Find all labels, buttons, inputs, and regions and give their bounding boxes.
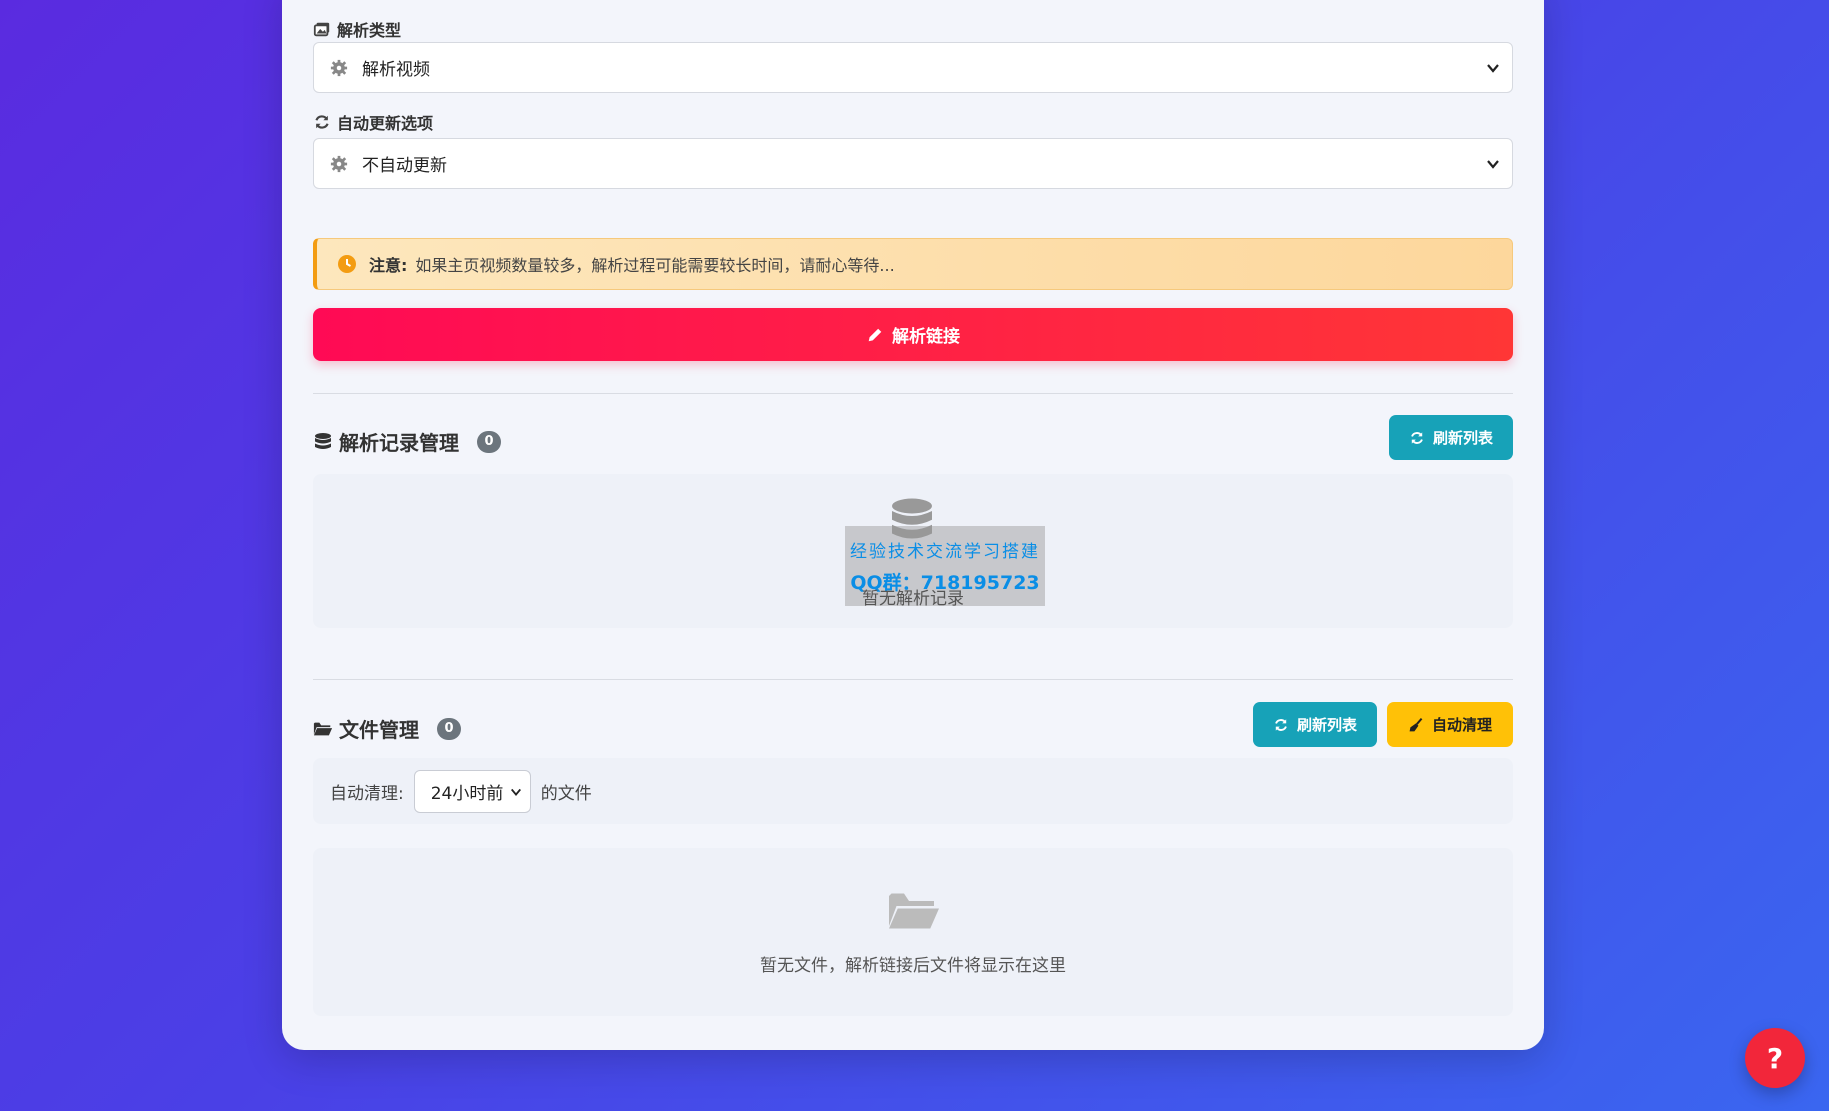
parse-type-value: 解析视频 (362, 60, 430, 80)
chevron-down-icon (1487, 160, 1499, 169)
records-refresh-label: 刷新列表 (1432, 429, 1493, 447)
auto-clean-value: 24小时前 (430, 783, 504, 804)
records-count-badge: 0 (477, 430, 501, 453)
folder-open-icon (313, 722, 333, 735)
auto-update-label-text: 自动更新选项 (337, 114, 434, 133)
help-label: ? (1766, 1041, 1784, 1075)
auto-clean-button[interactable]: 自动清理 (1387, 702, 1513, 747)
files-count-badge: 0 (437, 717, 461, 740)
folder-open-icon (889, 893, 939, 929)
sync-icon (1411, 431, 1423, 444)
auto-clean-label: 自动清理 (1431, 716, 1492, 734)
gear-icon (330, 59, 348, 76)
records-title-text: 解析记录管理 (339, 431, 459, 455)
auto-update-label: 自动更新选项 (313, 110, 433, 134)
parse-type-label: 解析类型 (313, 17, 401, 41)
parse-link-label: 解析链接 (892, 327, 960, 347)
records-title: 解析记录管理 0 (313, 427, 501, 456)
auto-clean-suffix: 的文件 (540, 783, 592, 804)
database-icon (315, 432, 331, 449)
notice-title: 注意: (369, 256, 408, 275)
warning-notice: 注意: 如果主页视频数量较多，解析过程可能需要较长时间，请耐心等待... (313, 238, 1513, 290)
parse-type-select[interactable]: 解析视频 (313, 42, 1513, 93)
broom-icon (1409, 717, 1423, 731)
clock-icon (338, 255, 356, 273)
sync-icon (1275, 718, 1287, 731)
files-refresh-button[interactable]: 刷新列表 (1253, 702, 1377, 747)
files-refresh-label: 刷新列表 (1296, 716, 1357, 734)
notice-text: 如果主页视频数量较多，解析过程可能需要较长时间，请耐心等待... (415, 256, 895, 275)
divider (313, 393, 1513, 394)
records-refresh-button[interactable]: 刷新列表 (1389, 415, 1513, 460)
parse-type-label-text: 解析类型 (337, 21, 402, 40)
help-button[interactable]: ? (1745, 1028, 1805, 1088)
watermark-line1: 经验技术交流学习搭建 (850, 542, 1040, 562)
divider (313, 679, 1513, 680)
files-empty-panel: 暂无文件，解析链接后文件将显示在这里 (313, 848, 1513, 1016)
files-title: 文件管理 0 (313, 714, 461, 743)
records-empty-text: 暂无解析记录 (862, 589, 964, 609)
files-title-text: 文件管理 (339, 718, 419, 742)
auto-update-select[interactable]: 不自动更新 (313, 138, 1513, 189)
auto-clean-select[interactable]: 24小时前 (413, 769, 531, 813)
auto-clean-row: 自动清理: 24小时前 的文件 (313, 758, 1513, 824)
files-empty-text: 暂无文件，解析链接后文件将显示在这里 (760, 956, 1066, 976)
parse-link-button[interactable]: 解析链接 (313, 308, 1513, 361)
auto-clean-prefix: 自动清理: (330, 783, 404, 804)
auto-update-value: 不自动更新 (362, 156, 447, 176)
chevron-down-icon (1487, 64, 1499, 73)
pencil-icon (868, 328, 882, 341)
sync-icon (315, 115, 329, 129)
gear-icon (330, 155, 348, 172)
chevron-down-icon (510, 788, 521, 796)
records-empty-panel: 经验技术交流学习搭建 QQ群：718195723 暂无解析记录 (313, 474, 1513, 628)
main-card: 解析类型 解析视频 自动更新选项 不自动更新 注意: 如果主页视频数量较多，解析… (282, 0, 1544, 1050)
images-icon (313, 22, 330, 37)
